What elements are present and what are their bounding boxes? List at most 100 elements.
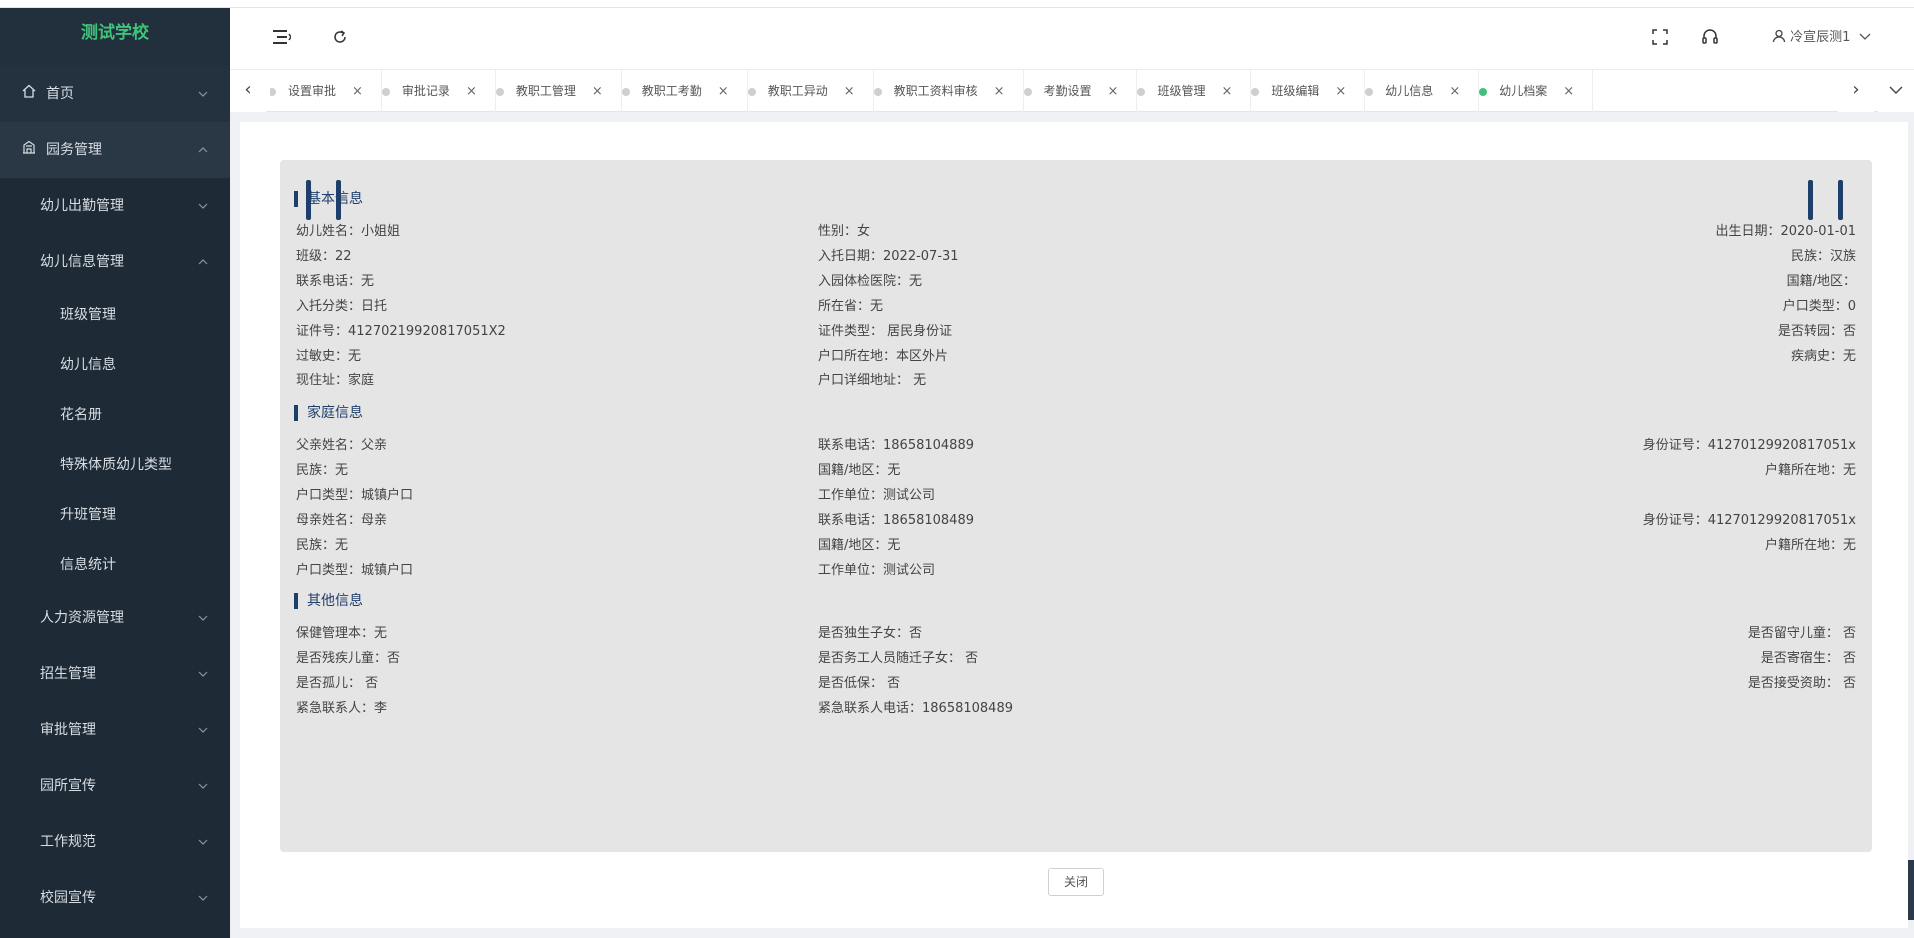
sidebar-item[interactable]: 首页 bbox=[0, 66, 230, 122]
info-field: 民族：无 bbox=[296, 537, 349, 553]
tab[interactable]: 幼儿信息 × bbox=[1365, 70, 1480, 112]
info-field: 证件号：41270219920817051X2 bbox=[296, 323, 506, 339]
menu-toggle-icon[interactable] bbox=[270, 28, 294, 52]
page-scrollbar[interactable] bbox=[1908, 860, 1914, 920]
chevron-down-icon bbox=[198, 870, 208, 926]
tab[interactable]: 幼儿档案 × bbox=[1479, 70, 1594, 112]
sidebar-item-label: 幼儿出勤管理 bbox=[40, 198, 124, 214]
sidebar-item[interactable]: 审批管理 bbox=[0, 702, 230, 758]
close-icon[interactable]: × bbox=[718, 84, 729, 99]
info-field: 是否低保： 否 bbox=[818, 675, 901, 691]
info-field: 现住址：家庭 bbox=[296, 373, 375, 389]
info-field: 户口所在地：本区外片 bbox=[818, 348, 949, 364]
tab-status-dot bbox=[270, 87, 276, 96]
close-icon[interactable]: × bbox=[844, 84, 855, 99]
chevron-down-icon bbox=[198, 66, 208, 122]
info-field: 民族：无 bbox=[296, 462, 349, 478]
tab[interactable]: 教职工异动 × bbox=[747, 70, 874, 112]
info-field: 班级：22 bbox=[296, 248, 352, 264]
main-content: 基本信息幼儿姓名：小姐姐 性别：女 出生日期：2020-01-01 班级：22 入托日期… bbox=[240, 122, 1908, 928]
tab[interactable]: 审批记录 × bbox=[381, 70, 496, 112]
tab-label: 班级编辑 bbox=[1271, 84, 1320, 98]
info-row: 班级：22 入托日期：2022-07-31 民族：汉族 bbox=[280, 247, 1872, 267]
sidebar-item-label: 园务管理 bbox=[46, 142, 102, 158]
user-menu[interactable]: 冷宣辰测1 bbox=[1772, 26, 1871, 50]
sidebar-item-label: 园所宣传 bbox=[40, 778, 96, 794]
tab[interactable]: 设置审批 × bbox=[270, 70, 382, 112]
close-icon[interactable]: × bbox=[994, 84, 1005, 99]
binder-bar bbox=[1838, 180, 1843, 220]
info-field: 入园体检医院：无 bbox=[818, 273, 923, 289]
tabs-more-icon[interactable] bbox=[1878, 70, 1914, 112]
sidebar-item[interactable]: 招生管理 bbox=[0, 646, 230, 702]
info-field: 保健管理本：无 bbox=[296, 626, 388, 641]
info-row: 母亲姓名：母亲 联系电话：18658108489 身份证号：412701299208… bbox=[280, 511, 1872, 531]
sidebar-item[interactable]: 幼儿信息管理 bbox=[0, 234, 230, 290]
sidebar-item[interactable]: 花名册 bbox=[0, 390, 230, 440]
info-row: 父亲姓名：父亲 联系电话：18658104889 身份证号：412701299208… bbox=[280, 436, 1872, 456]
info-field: 国籍/地区：无 bbox=[818, 462, 901, 478]
chevron-down-icon bbox=[198, 178, 208, 234]
headset-icon[interactable] bbox=[1698, 28, 1722, 52]
info-row: 入托分类：日托 所在省：无 户口类型：0 bbox=[280, 297, 1872, 317]
info-field: 身份证号：41270129920817051x bbox=[1642, 438, 1856, 453]
info-field: 是否独生子女：否 bbox=[818, 626, 923, 641]
close-icon[interactable]: × bbox=[1563, 84, 1574, 99]
sidebar: 测试学校 首页 园务管理 幼儿出勤管理 幼儿信息管理 班级管理 幼儿信息 花名册 特殊体质幼儿… bbox=[0, 8, 230, 938]
sidebar-item-label: 幼儿信息 bbox=[60, 357, 116, 373]
tab[interactable]: 班级管理 × bbox=[1137, 70, 1252, 112]
close-button[interactable]: 关闭 bbox=[1048, 868, 1104, 896]
refresh-icon[interactable] bbox=[328, 28, 352, 52]
info-field: 联系电话：无 bbox=[296, 273, 375, 289]
info-field: 紧急联系人：李 bbox=[296, 700, 388, 716]
fullscreen-icon[interactable] bbox=[1648, 28, 1672, 52]
sidebar-item[interactable]: 工作规范 bbox=[0, 814, 230, 870]
tab-label: 教职工资料审核 bbox=[893, 84, 978, 98]
close-icon[interactable]: × bbox=[592, 84, 603, 99]
sidebar-item-label: 招生管理 bbox=[40, 666, 96, 682]
info-field: 联系电话：18658104889 bbox=[818, 438, 974, 453]
sidebar-item-label: 审批管理 bbox=[40, 722, 96, 738]
sidebar-item[interactable]: 校园宣传 bbox=[0, 870, 230, 926]
info-field: 是否务工人员随迁子女： 否 bbox=[818, 650, 979, 666]
close-icon[interactable]: × bbox=[1108, 84, 1119, 99]
sidebar-item-label: 幼儿信息管理 bbox=[40, 254, 124, 270]
chevron-down-icon bbox=[1859, 30, 1871, 45]
sidebar-item[interactable]: 幼儿信息 bbox=[0, 340, 230, 390]
section-title: 基本信息 bbox=[294, 190, 363, 208]
tab[interactable]: 班级编辑 × bbox=[1251, 70, 1366, 112]
close-icon[interactable]: × bbox=[1449, 84, 1460, 99]
info-field: 户口类型：城镇户口 bbox=[296, 562, 414, 578]
info-field: 户口详细地址： 无 bbox=[818, 373, 927, 389]
sidebar-item[interactable]: 特殊体质幼儿类型 bbox=[0, 440, 230, 490]
tabs-scroll-right-icon[interactable]: › bbox=[1838, 70, 1874, 112]
close-icon[interactable]: × bbox=[1221, 84, 1232, 99]
section-title: 其他信息 bbox=[294, 592, 363, 610]
info-field: 工作单位：测试公司 bbox=[818, 562, 936, 578]
tab-status-dot bbox=[1023, 87, 1032, 96]
sidebar-item-label: 校园宣传 bbox=[40, 890, 96, 906]
info-row: 户口类型：城镇户口 工作单位：测试公司 bbox=[280, 561, 1872, 581]
sidebar-item[interactable]: 幼儿出勤管理 bbox=[0, 178, 230, 234]
info-field: 国籍/地区： bbox=[1786, 273, 1856, 289]
close-icon[interactable]: × bbox=[466, 84, 477, 99]
tabs-scroll-left-icon[interactable]: ‹ bbox=[230, 70, 266, 112]
tab[interactable]: 教职工考勤 × bbox=[621, 70, 748, 112]
sidebar-item[interactable]: 班级管理 bbox=[0, 290, 230, 340]
home-icon bbox=[20, 66, 38, 122]
tab-label: 班级管理 bbox=[1157, 84, 1206, 98]
tab[interactable]: 教职工资料审核 × bbox=[873, 70, 1024, 112]
sidebar-item[interactable]: 人力资源管理 bbox=[0, 590, 230, 646]
close-icon[interactable]: × bbox=[352, 84, 363, 99]
tab[interactable]: 教职工管理 × bbox=[495, 70, 622, 112]
sidebar-item[interactable]: 升班管理 bbox=[0, 490, 230, 540]
info-row: 民族：无 国籍/地区：无 户籍所在地：无 bbox=[280, 461, 1872, 481]
sidebar-item[interactable]: 园所宣传 bbox=[0, 758, 230, 814]
tab-status-dot bbox=[747, 87, 756, 96]
tab[interactable]: 考勤设置 × bbox=[1023, 70, 1138, 112]
close-icon[interactable]: × bbox=[1335, 84, 1346, 99]
sidebar-item[interactable]: 信息统计 bbox=[0, 540, 230, 590]
info-field: 是否转园：否 bbox=[1777, 323, 1856, 339]
sidebar-item[interactable]: 园务管理 bbox=[0, 122, 230, 178]
info-row: 幼儿姓名：小姐姐 性别：女 出生日期：2020-01-01 bbox=[280, 222, 1872, 242]
